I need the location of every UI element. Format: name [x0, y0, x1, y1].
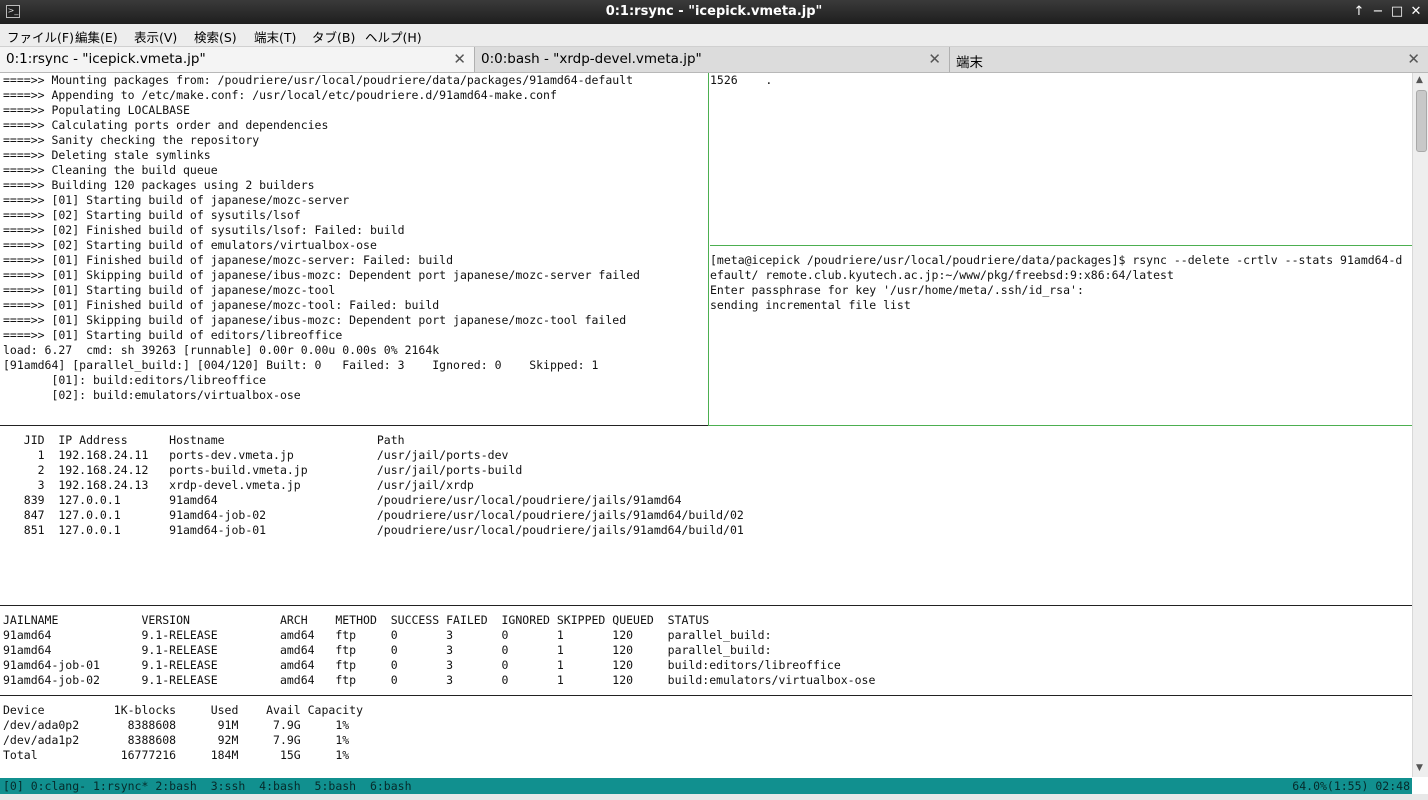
- log-line: ====>> Cleaning the build queue: [3, 163, 218, 177]
- top-output-line: 1526 .: [710, 73, 773, 87]
- minimize-button[interactable]: −: [1369, 3, 1387, 21]
- jls-row: 2 192.168.24.12 ports-build.vmeta.jp /us…: [3, 463, 523, 477]
- df-row: Total 16777216 184M 15G 1%: [3, 748, 350, 762]
- jls-row: 3 192.168.24.13 xrdp-devel.vmeta.jp /usr…: [3, 478, 474, 492]
- log-line: [02]: build:emulators/virtualbox-ose: [3, 388, 301, 402]
- terminal-output[interactable]: ====>> Mounting packages from: /poudrier…: [0, 73, 1412, 777]
- tmux-status-bar: [0] 0:clang- 1:rsync* 2:bash 3:ssh 4:bas…: [0, 778, 1412, 794]
- close-window-button[interactable]: ✕: [1407, 3, 1425, 21]
- tab-label: 端末: [956, 55, 983, 71]
- menu-tabs[interactable]: タブ(B): [312, 27, 355, 46]
- log-line: ====>> Mounting packages from: /poudrier…: [3, 73, 634, 87]
- jail-status-row: 91amd64 9.1-RELEASE amd64 ftp 0 3 0 1 12…: [3, 628, 772, 642]
- window-bottom-border: [0, 794, 1428, 800]
- log-line: ====>> Appending to /etc/make.conf: /usr…: [3, 88, 557, 102]
- scrollbar[interactable]: ▲ ▼: [1412, 73, 1428, 777]
- shell-line: Enter passphrase for key '/usr/home/meta…: [710, 283, 1084, 297]
- log-line: ====>> [02] Starting build of sysutils/l…: [3, 208, 301, 222]
- pane-divider[interactable]: [708, 73, 709, 425]
- scroll-down-icon[interactable]: ▼: [1416, 763, 1423, 773]
- menu-help[interactable]: ヘルプ(H): [365, 27, 422, 46]
- keep-above-button[interactable]: ↑: [1350, 3, 1368, 21]
- build-log-pane[interactable]: ====>> Mounting packages from: /poudrier…: [0, 73, 708, 425]
- log-line: load: 6.27 cmd: sh 39263 [runnable] 0.00…: [3, 343, 440, 357]
- df-header: Device 1K-blocks Used Avail Capacity: [3, 703, 364, 717]
- df-row: /dev/ada0p2 8388608 91M 7.9G 1%: [3, 718, 350, 732]
- jls-row: 839 127.0.0.1 91amd64 /poudriere/usr/loc…: [3, 493, 682, 507]
- pane-divider: [0, 425, 708, 426]
- log-line: ====>> [01] Starting build of editors/li…: [3, 328, 343, 342]
- log-line: ====>> Populating LOCALBASE: [3, 103, 190, 117]
- pane-divider: [0, 605, 1412, 606]
- menu-file[interactable]: ファイル(F): [7, 27, 74, 46]
- jls-row: 851 127.0.0.1 91amd64-job-01 /poudriere/…: [3, 523, 744, 537]
- shell-line: [meta@icepick /poudriere/usr/local/poudr…: [710, 253, 1403, 267]
- scroll-up-icon[interactable]: ▲: [1416, 75, 1423, 85]
- menu-edit[interactable]: 編集(E): [75, 27, 118, 46]
- jls-header: JID IP Address Hostname Path: [3, 433, 405, 447]
- tab-close-icon[interactable]: ✕: [453, 50, 466, 68]
- log-line: ====>> [01] Skipping build of japanese/i…: [3, 313, 627, 327]
- log-line: ====>> [01] Starting build of japanese/m…: [3, 283, 336, 297]
- jail-status-header: JAILNAME VERSION ARCH METHOD SUCCESS FAI…: [3, 613, 710, 627]
- tab-close-icon[interactable]: ✕: [1407, 50, 1420, 68]
- tab-terminal[interactable]: 端末 ✕: [950, 47, 1428, 72]
- log-line: [91amd64] [parallel_build:] [004/120] Bu…: [3, 358, 599, 372]
- jail-status-row: 91amd64-job-01 9.1-RELEASE amd64 ftp 0 3…: [3, 658, 841, 672]
- tab-bash[interactable]: 0:0:bash - "xrdp-devel.vmeta.jp" ✕: [475, 47, 950, 72]
- log-line: ====>> [02] Finished build of sysutils/l…: [3, 223, 405, 237]
- tab-label: 0:0:bash - "xrdp-devel.vmeta.jp": [481, 51, 702, 67]
- shell-line: efault/ remote.club.kyutech.ac.jp:~/www/…: [710, 268, 1174, 282]
- pane-divider: [710, 245, 1412, 246]
- jls-row: 847 127.0.0.1 91amd64-job-02 /poudriere/…: [3, 508, 744, 522]
- log-line: [01]: build:editors/libreoffice: [3, 373, 267, 387]
- tmux-window-list[interactable]: [0] 0:clang- 1:rsync* 2:bash 3:ssh 4:bas…: [3, 778, 412, 794]
- tab-close-icon[interactable]: ✕: [928, 50, 941, 68]
- log-line: ====>> [02] Starting build of emulators/…: [3, 238, 377, 252]
- log-line: ====>> Building 120 packages using 2 bui…: [3, 178, 315, 192]
- log-line: ====>> [01] Starting build of japanese/m…: [3, 193, 350, 207]
- pane-divider: [708, 425, 1412, 426]
- log-line: ====>> [01] Finished build of japanese/m…: [3, 253, 454, 267]
- jail-status-row: 91amd64 9.1-RELEASE amd64 ftp 0 3 0 1 12…: [3, 643, 772, 657]
- tab-rsync[interactable]: 0:1:rsync - "icepick.vmeta.jp" ✕: [0, 47, 475, 72]
- log-line: ====>> [01] Finished build of japanese/m…: [3, 298, 440, 312]
- shell-line: sending incremental file list: [710, 298, 911, 312]
- tab-bar: 0:1:rsync - "icepick.vmeta.jp" ✕ 0:0:bas…: [0, 47, 1428, 73]
- menu-terminal[interactable]: 端末(T): [254, 27, 296, 46]
- window-title: 0:1:rsync - "icepick.vmeta.jp": [605, 4, 823, 19]
- maximize-button[interactable]: □: [1388, 3, 1406, 21]
- menu-view[interactable]: 表示(V): [134, 27, 177, 46]
- df-row: /dev/ada1p2 8388608 92M 7.9G 1%: [3, 733, 350, 747]
- log-line: ====>> [01] Skipping build of japanese/i…: [3, 268, 640, 282]
- log-line: ====>> Deleting stale symlinks: [3, 148, 211, 162]
- pane-divider: [0, 695, 1412, 696]
- menu-bar: ファイル(F) 編集(E) 表示(V) 検索(S) 端末(T) タブ(B) ヘル…: [0, 24, 1428, 47]
- tmux-status-right: 64.0%(1:55) 02:48: [1292, 779, 1410, 793]
- scrollbar-thumb[interactable]: [1416, 90, 1427, 152]
- jail-status-row: 91amd64-job-02 9.1-RELEASE amd64 ftp 0 3…: [3, 673, 876, 687]
- log-line: ====>> Calculating ports order and depen…: [3, 118, 329, 132]
- menu-search[interactable]: 検索(S): [194, 27, 237, 46]
- tab-label: 0:1:rsync - "icepick.vmeta.jp": [6, 51, 206, 67]
- jls-row: 1 192.168.24.11 ports-dev.vmeta.jp /usr/…: [3, 448, 509, 462]
- rsync-pane[interactable]: 1526 . [meta@icepick /poudriere/usr/loca…: [710, 73, 1412, 425]
- log-line: ====>> Sanity checking the repository: [3, 133, 260, 147]
- title-bar: >_ 0:1:rsync - "icepick.vmeta.jp" ↑ − □ …: [0, 0, 1428, 24]
